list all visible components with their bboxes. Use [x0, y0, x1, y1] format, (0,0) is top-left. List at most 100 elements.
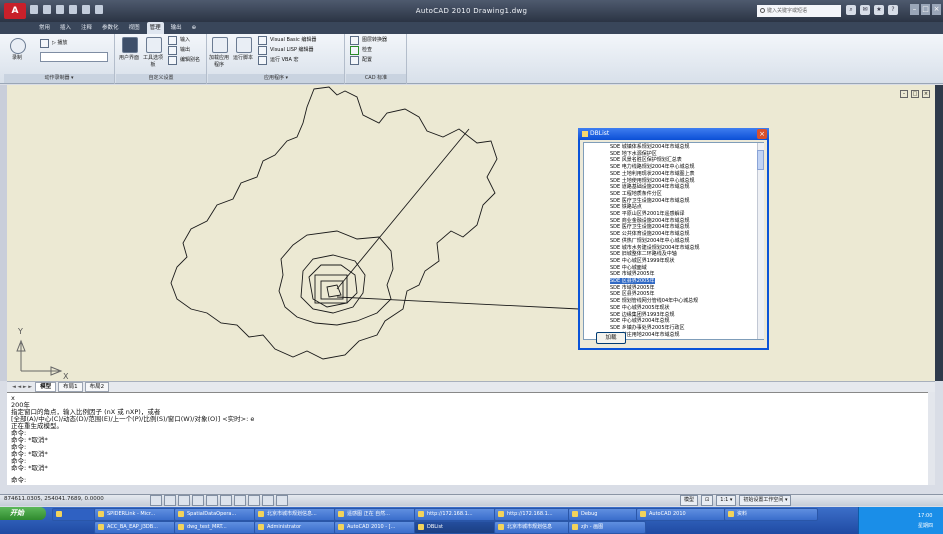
check-button[interactable]: 检查 [350, 46, 372, 55]
quick-view-button[interactable]: ⊡ [701, 494, 714, 506]
dialog-close-button[interactable]: × [757, 129, 767, 139]
list-item[interactable]: SDE 土地使用规划2004年中心城总规 [610, 178, 695, 184]
viewport-minimize-button[interactable]: – [900, 90, 908, 98]
list-item[interactable]: SDE 区县界2005年 [610, 291, 655, 297]
play-button[interactable]: ▷ 播放 [40, 39, 67, 48]
taskbar-button[interactable]: Debug [568, 508, 646, 521]
list-item[interactable]: SDE 公共体育设施2004年市域总规 [610, 231, 690, 237]
model-space-button[interactable]: 模型 [680, 494, 699, 506]
tool-palettes-icon[interactable] [146, 37, 162, 53]
viewport-maximize-button[interactable]: □ [911, 90, 919, 98]
osnap-toggle[interactable] [206, 495, 218, 506]
save-icon[interactable] [56, 5, 64, 14]
ribbon-tab[interactable]: 视图 [126, 22, 143, 34]
viewport-close-button[interactable]: × [922, 90, 930, 98]
drawing-canvas[interactable] [7, 85, 935, 381]
vlisp-editor-button[interactable]: Visual LISP 编辑器 [258, 46, 314, 55]
list-scrollbar[interactable] [757, 143, 764, 339]
communication-icon[interactable]: ✉ [860, 5, 870, 15]
snap-toggle[interactable] [150, 495, 162, 506]
vba-editor-button[interactable]: Visual Basic 编辑器 [258, 36, 316, 45]
taskbar-button-active[interactable]: DBList [414, 521, 504, 534]
list-item[interactable]: SDE 城市水务建设规划2004年市域总规 [610, 245, 700, 251]
taskbar-button[interactable]: 遥感图 正在 自然... [334, 508, 424, 521]
list-item[interactable]: SDE 风景名胜区保护规划汇总表 [610, 157, 682, 163]
layout-nav-buttons[interactable]: ◄ ◄ ► ► [11, 384, 33, 390]
list-item[interactable]: SDE 平原山区界2001年遥感解译 [610, 211, 685, 217]
list-item[interactable]: SDE 规划管线网分管线04年中心城总规 [610, 298, 698, 304]
list-item[interactable]: SDE 铁路站点 [610, 204, 642, 210]
list-item[interactable]: SDE 旧城整体二环路线及中轴 [610, 251, 677, 257]
command-scrollbar[interactable] [928, 392, 935, 485]
taskbar-button[interactable]: AutoCAD 2010 [636, 508, 734, 521]
tab-model[interactable]: 模型 [35, 382, 57, 392]
list-item[interactable]: SDE 电力线路规划2004年中心城总规 [610, 164, 695, 170]
list-item[interactable]: SDE 中心城面域 [610, 265, 647, 271]
help-search-input[interactable]: 键入关键字或短语 [757, 5, 841, 17]
layer-translator-button[interactable]: 图层转换器 [350, 36, 387, 45]
command-prompt[interactable]: 命令: [11, 477, 26, 484]
dialog-title[interactable]: DBList [578, 128, 769, 140]
ribbon-tab[interactable]: ⊕ [189, 22, 200, 34]
ortho-toggle[interactable] [178, 495, 190, 506]
list-item[interactable]: SDE 中心城界2005年现状 [610, 305, 670, 311]
list-item[interactable]: SDE 土地利用现状2004年市域图上表 [610, 171, 695, 177]
otrack-toggle[interactable] [220, 495, 232, 506]
taskbar-button[interactable]: Administrator [254, 521, 344, 534]
taskbar-button[interactable]: AutoCAD 2010 - [... [334, 521, 424, 534]
taskbar-button[interactable]: zjh - 画图 [568, 521, 646, 534]
ribbon-tab[interactable]: 管理 [146, 22, 164, 34]
list-item[interactable]: SDE 市域界2005年 [610, 271, 655, 277]
ribbon-tab[interactable]: 插入 [57, 22, 74, 34]
list-item[interactable]: SDE 城镇体系规划2004年市域总规 [610, 144, 690, 150]
close-button[interactable]: × [932, 4, 941, 15]
cui-icon[interactable] [122, 37, 138, 53]
infocenter-icon[interactable]: ⌕ [846, 5, 856, 15]
minimize-button[interactable]: – [910, 4, 919, 15]
list-item[interactable]: SDE 区县界2005年 [610, 278, 655, 285]
tab-layout1[interactable]: 布局1 [58, 382, 83, 392]
run-script-icon[interactable] [236, 37, 252, 53]
ribbon-tab[interactable]: 注释 [78, 22, 95, 34]
list-item[interactable]: SDE 市域界2005年 [610, 285, 655, 291]
palette-strip[interactable] [935, 85, 943, 381]
ducs-toggle[interactable] [234, 495, 246, 506]
help-icon[interactable]: ? [888, 5, 898, 15]
ribbon-tab[interactable]: 参数化 [99, 22, 122, 34]
taskbar-button[interactable]: 北京市城市规划信息... [254, 508, 344, 521]
taskbar-button[interactable]: ACC_BA_EAP_J3DB... [94, 521, 184, 534]
list-item[interactable]: SDE 医疗卫生设施2004年市域总规 [610, 198, 690, 204]
redo-icon[interactable] [82, 5, 90, 14]
taskbar-button[interactable]: http://172.168.1... [494, 508, 578, 521]
configure-button[interactable]: 配置 [350, 56, 372, 65]
taskbar-button[interactable]: 北京市城市规划信息 [494, 521, 578, 534]
ribbon-tab[interactable]: 输出 [168, 22, 185, 34]
ribbon-tab[interactable]: 常用 [36, 22, 53, 34]
undo-icon[interactable] [69, 5, 77, 14]
workspace-switch[interactable]: 初始设置工作空间 ▾ [739, 494, 792, 506]
list-item[interactable]: SDE 中心城界2004年总规 [610, 318, 670, 324]
favorites-icon[interactable]: ★ [874, 5, 884, 15]
annotation-scale[interactable]: 1:1 ▾ [716, 494, 737, 506]
list-item[interactable]: SDE 道路基础设施2004年市域总规 [610, 184, 690, 190]
list-item[interactable]: SDE 供热厂规划2004年中心城总规 [610, 238, 690, 244]
taskbar-button[interactable]: SpatialDataOpera... [174, 508, 264, 521]
taskbar-button[interactable]: dwg_test_MRT... [174, 521, 264, 534]
plot-icon[interactable] [95, 5, 103, 14]
application-menu-button[interactable]: A [4, 3, 26, 19]
load-button[interactable]: 加载 [596, 332, 626, 344]
list-item[interactable]: SDE 工程地质条件分区 [610, 191, 662, 197]
tab-layout2[interactable]: 布局2 [84, 382, 110, 392]
taskbar-button[interactable]: SPIDERLink - Micr... [94, 508, 184, 521]
lwt-toggle[interactable] [262, 495, 274, 506]
edit-aliases-button[interactable]: 编辑别名 [168, 56, 200, 65]
list-item[interactable]: SDE 边缘集团界1993年总规 [610, 312, 675, 318]
list-item[interactable]: SDE 地下水源保护区 [610, 151, 657, 157]
list-scroll-thumb[interactable] [757, 150, 764, 170]
list-item[interactable]: SDE 乡镇办事处界2005年行政区 [610, 325, 685, 331]
taskbar-button[interactable]: 资料 [724, 508, 818, 521]
load-application-icon[interactable] [212, 37, 228, 53]
open-icon[interactable] [43, 5, 51, 14]
start-button[interactable]: 开始 [0, 507, 46, 520]
maximize-button[interactable]: □ [921, 4, 930, 15]
